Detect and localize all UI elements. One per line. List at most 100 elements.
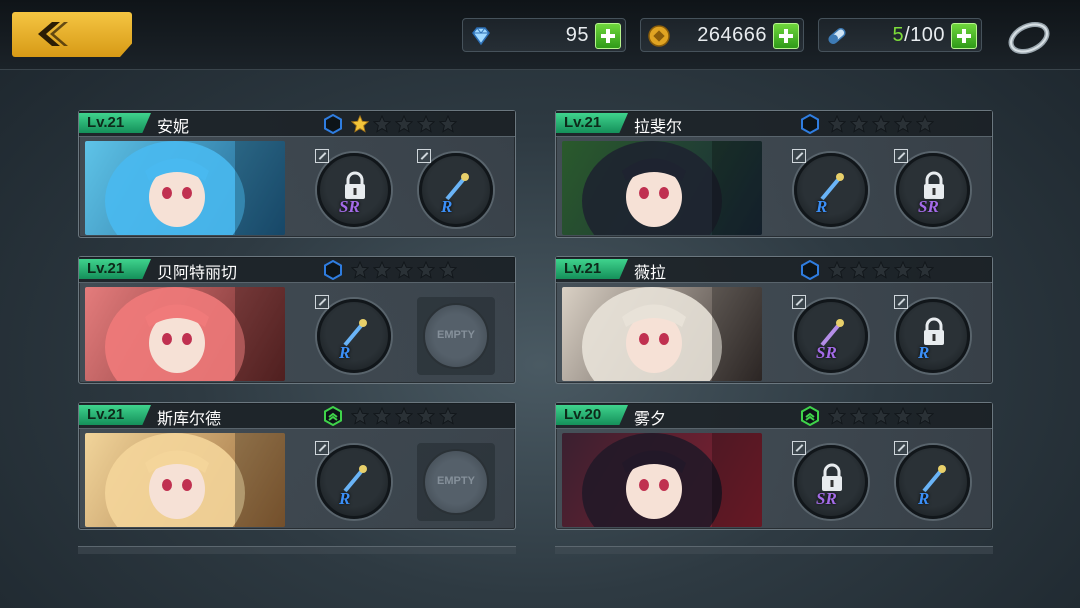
star-icon bbox=[850, 407, 868, 425]
edit-icon[interactable] bbox=[315, 149, 329, 163]
star-icon bbox=[439, 261, 457, 279]
edit-icon[interactable] bbox=[315, 441, 329, 455]
character-card[interactable]: Lv.21 斯库尔德 R EMPTY bbox=[78, 402, 516, 530]
character-portrait[interactable] bbox=[562, 287, 762, 381]
character-card[interactable]: Lv.21 贝阿特丽切 R EMPTY bbox=[78, 256, 516, 384]
star-rating bbox=[828, 261, 934, 279]
add-gold-button[interactable] bbox=[773, 23, 799, 49]
star-icon bbox=[439, 407, 457, 425]
card-header: Lv.21 薇拉 bbox=[556, 257, 992, 283]
equip-slot[interactable]: SR bbox=[792, 441, 870, 521]
equip-slot[interactable]: R bbox=[315, 441, 393, 521]
equip-slot[interactable]: SR bbox=[315, 149, 393, 229]
equip-slot[interactable]: R bbox=[894, 441, 972, 521]
star-icon bbox=[395, 261, 413, 279]
portrait-art bbox=[582, 287, 762, 381]
empty-equip-slot[interactable]: EMPTY bbox=[417, 441, 495, 521]
rarity-label: SR bbox=[816, 489, 837, 508]
character-card[interactable]: Lv.21 安妮 SR R bbox=[78, 110, 516, 238]
ring-icon[interactable] bbox=[1004, 14, 1054, 58]
rarity-label: R bbox=[816, 197, 828, 216]
rarity-label: R bbox=[339, 343, 351, 362]
star-icon bbox=[373, 261, 391, 279]
edit-icon[interactable] bbox=[894, 441, 908, 455]
star-icon bbox=[916, 407, 934, 425]
character-name: 安妮 bbox=[157, 117, 190, 136]
stamina-counter: 5/100 bbox=[818, 18, 982, 52]
star-rating bbox=[828, 115, 934, 133]
character-portrait[interactable] bbox=[562, 433, 762, 527]
star-icon bbox=[916, 261, 934, 279]
equip-slot[interactable]: SR bbox=[894, 149, 972, 229]
grade-hex-icon bbox=[324, 260, 342, 280]
edit-icon[interactable] bbox=[894, 149, 908, 163]
portrait-art bbox=[105, 141, 285, 235]
equip-slot[interactable]: R bbox=[315, 295, 393, 375]
add-diamond-button[interactable] bbox=[595, 23, 621, 49]
star-icon bbox=[850, 115, 868, 133]
grade-hex-icon bbox=[801, 406, 819, 426]
card-header: Lv.21 安妮 bbox=[79, 111, 515, 137]
star-icon bbox=[850, 261, 868, 279]
level-badge: Lv.21 bbox=[556, 259, 628, 279]
star-icon bbox=[828, 115, 846, 133]
coin-icon bbox=[648, 25, 670, 47]
character-portrait[interactable] bbox=[85, 141, 285, 235]
equip-slot[interactable]: SR bbox=[792, 295, 870, 375]
star-icon bbox=[417, 261, 435, 279]
level-badge: Lv.21 bbox=[79, 405, 151, 425]
portrait-art bbox=[105, 433, 285, 527]
character-portrait[interactable] bbox=[85, 287, 285, 381]
chevron-left-icon bbox=[38, 22, 68, 46]
level-badge: Lv.20 bbox=[556, 405, 628, 425]
card-header: Lv.21 斯库尔德 bbox=[79, 403, 515, 429]
equip-slot[interactable]: R bbox=[792, 149, 870, 229]
star-icon bbox=[395, 115, 413, 133]
edit-icon[interactable] bbox=[315, 295, 329, 309]
grade-hex-icon bbox=[801, 114, 819, 134]
edit-icon[interactable] bbox=[792, 149, 806, 163]
star-icon bbox=[439, 115, 457, 133]
star-icon bbox=[351, 115, 369, 133]
star-rating bbox=[351, 261, 457, 279]
card-header: Lv.21 拉斐尔 bbox=[556, 111, 992, 137]
edit-icon[interactable] bbox=[417, 149, 431, 163]
star-icon bbox=[351, 407, 369, 425]
star-rating bbox=[351, 407, 457, 425]
character-name: 雾夕 bbox=[634, 409, 667, 428]
character-card[interactable]: Lv.21 拉斐尔 R SR bbox=[555, 110, 993, 238]
edit-icon[interactable] bbox=[792, 295, 806, 309]
star-icon bbox=[872, 115, 890, 133]
star-icon bbox=[828, 407, 846, 425]
empty-equip-slot[interactable]: EMPTY bbox=[417, 295, 495, 375]
character-name: 贝阿特丽切 bbox=[157, 263, 238, 282]
character-card[interactable]: Lv.21 薇拉 SR R bbox=[555, 256, 993, 384]
rarity-label: R bbox=[918, 489, 930, 508]
grade-hex-icon bbox=[324, 114, 342, 134]
star-icon bbox=[894, 261, 912, 279]
level-badge: Lv.21 bbox=[79, 113, 151, 133]
empty-label: EMPTY bbox=[437, 329, 475, 341]
edit-icon[interactable] bbox=[894, 295, 908, 309]
character-card[interactable]: Lv.20 雾夕 SR R bbox=[555, 402, 993, 530]
back-button[interactable] bbox=[12, 12, 132, 57]
rarity-label: SR bbox=[918, 197, 939, 216]
card-header: Lv.21 贝阿特丽切 bbox=[79, 257, 515, 283]
add-stamina-button[interactable] bbox=[951, 23, 977, 49]
top-bar: 95 264666 5/100 bbox=[0, 0, 1080, 70]
gold-counter: 264666 bbox=[640, 18, 804, 52]
rarity-label: SR bbox=[816, 343, 837, 362]
equip-slot[interactable]: R bbox=[894, 295, 972, 375]
gem-icon bbox=[472, 27, 490, 46]
star-icon bbox=[373, 407, 391, 425]
character-name: 斯库尔德 bbox=[157, 409, 222, 428]
star-rating bbox=[828, 407, 934, 425]
star-icon bbox=[828, 261, 846, 279]
character-portrait[interactable] bbox=[85, 433, 285, 527]
empty-label: EMPTY bbox=[437, 475, 475, 487]
edit-icon[interactable] bbox=[792, 441, 806, 455]
list-footer-right bbox=[555, 546, 993, 554]
star-icon bbox=[351, 261, 369, 279]
character-portrait[interactable] bbox=[562, 141, 762, 235]
equip-slot[interactable]: R bbox=[417, 149, 495, 229]
